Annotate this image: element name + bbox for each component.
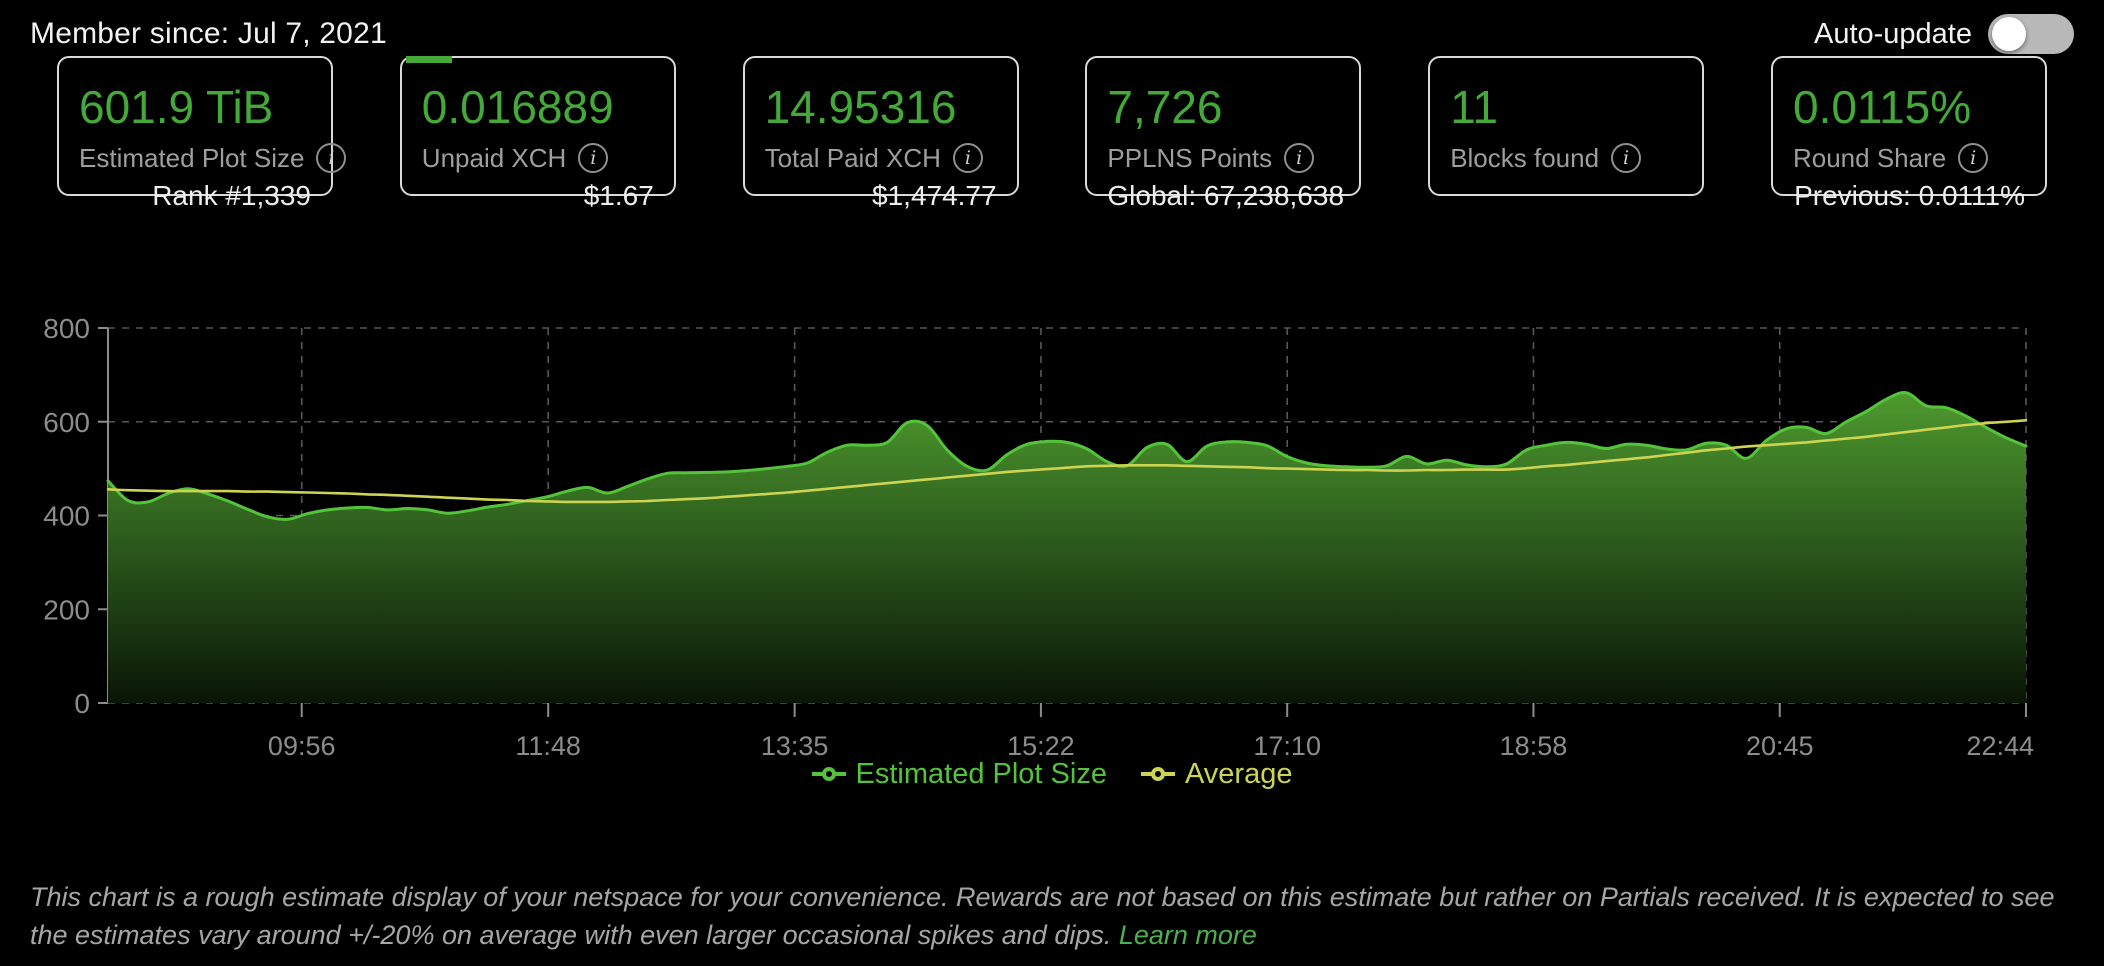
card-subvalue [1450,180,1682,210]
svg-text:400: 400 [43,501,90,532]
toggle-knob-icon [1992,17,2026,51]
legend-item-average[interactable]: Average [1141,758,1293,791]
svg-text:18:58: 18:58 [1500,731,1568,761]
learn-more-link[interactable]: Learn more [1119,920,1257,950]
info-icon[interactable] [578,143,608,173]
card-estimated-plot-size: 601.9 TiB Estimated Plot Size Rank #1,33… [57,56,333,196]
svg-text:17:10: 17:10 [1253,731,1321,761]
info-icon[interactable] [1284,143,1314,173]
stat-cards-row: 601.9 TiB Estimated Plot Size Rank #1,33… [0,56,2104,196]
card-blocks-found: 11 Blocks found [1428,56,1704,196]
auto-update-toggle[interactable] [1988,14,2074,54]
card-value: 14.95316 [765,82,997,133]
card-subvalue: Previous: 0.0111% [1793,180,2025,210]
auto-update-label: Auto-update [1814,18,1972,51]
card-value: 0.0115% [1793,82,2025,133]
legend-marker-icon [812,766,846,782]
netspace-chart: 0 200 400 600 800 09:56 11:48 13:35 15:22 17:10 18… [0,300,2104,794]
card-value: 0.016889 [422,82,654,133]
legend-label: Average [1185,758,1293,791]
card-subvalue: Global: 67,238,638 [1107,180,1339,210]
info-icon[interactable] [1958,143,1988,173]
auto-update-control: Auto-update [1814,14,2074,54]
card-label: PPLNS Points [1107,143,1272,174]
card-subvalue: $1.67 [422,180,654,210]
svg-text:09:56: 09:56 [268,731,336,761]
svg-text:20:45: 20:45 [1746,731,1814,761]
card-label: Unpaid XCH [422,143,567,174]
svg-text:600: 600 [43,407,90,438]
card-label: Total Paid XCH [765,143,941,174]
card-subvalue: $1,474.77 [765,180,997,210]
card-label: Estimated Plot Size [79,143,304,174]
card-label: Blocks found [1450,143,1599,174]
svg-text:11:48: 11:48 [515,731,581,761]
legend-item-estimated-plot-size[interactable]: Estimated Plot Size [812,758,1107,791]
card-subvalue: Rank #1,339 [79,180,311,210]
chart-disclaimer: This chart is a rough estimate display o… [30,878,2074,955]
svg-text:22:44: 22:44 [1966,731,2034,761]
top-bar: Member since: Jul 7, 2021 Auto-update [0,0,2104,56]
chart-canvas[interactable]: 0 200 400 600 800 09:56 11:48 13:35 15:22 17:10 18… [0,300,2104,770]
card-unpaid-xch: 0.016889 Unpaid XCH $1.67 [400,56,676,196]
card-value: 601.9 TiB [79,82,311,133]
card-value: 7,726 [1107,82,1339,133]
info-icon[interactable] [1611,143,1641,173]
info-icon[interactable] [953,143,983,173]
svg-text:200: 200 [43,594,90,625]
card-accent-bar [406,56,452,63]
member-since-text: Member since: Jul 7, 2021 [30,17,387,51]
legend-marker-icon [1141,766,1175,782]
svg-text:15:22: 15:22 [1007,731,1075,761]
legend-label: Estimated Plot Size [856,758,1107,791]
svg-text:800: 800 [43,313,90,344]
card-total-paid-xch: 14.95316 Total Paid XCH $1,474.77 [743,56,1019,196]
card-pplns-points: 7,726 PPLNS Points Global: 67,238,638 [1085,56,1361,196]
card-round-share: 0.0115% Round Share Previous: 0.0111% [1771,56,2047,196]
card-label: Round Share [1793,143,1946,174]
disclaimer-text: This chart is a rough estimate display o… [30,882,2055,950]
svg-text:13:35: 13:35 [761,731,829,761]
svg-text:0: 0 [74,688,90,719]
card-value: 11 [1450,82,1682,133]
info-icon[interactable] [316,143,346,173]
